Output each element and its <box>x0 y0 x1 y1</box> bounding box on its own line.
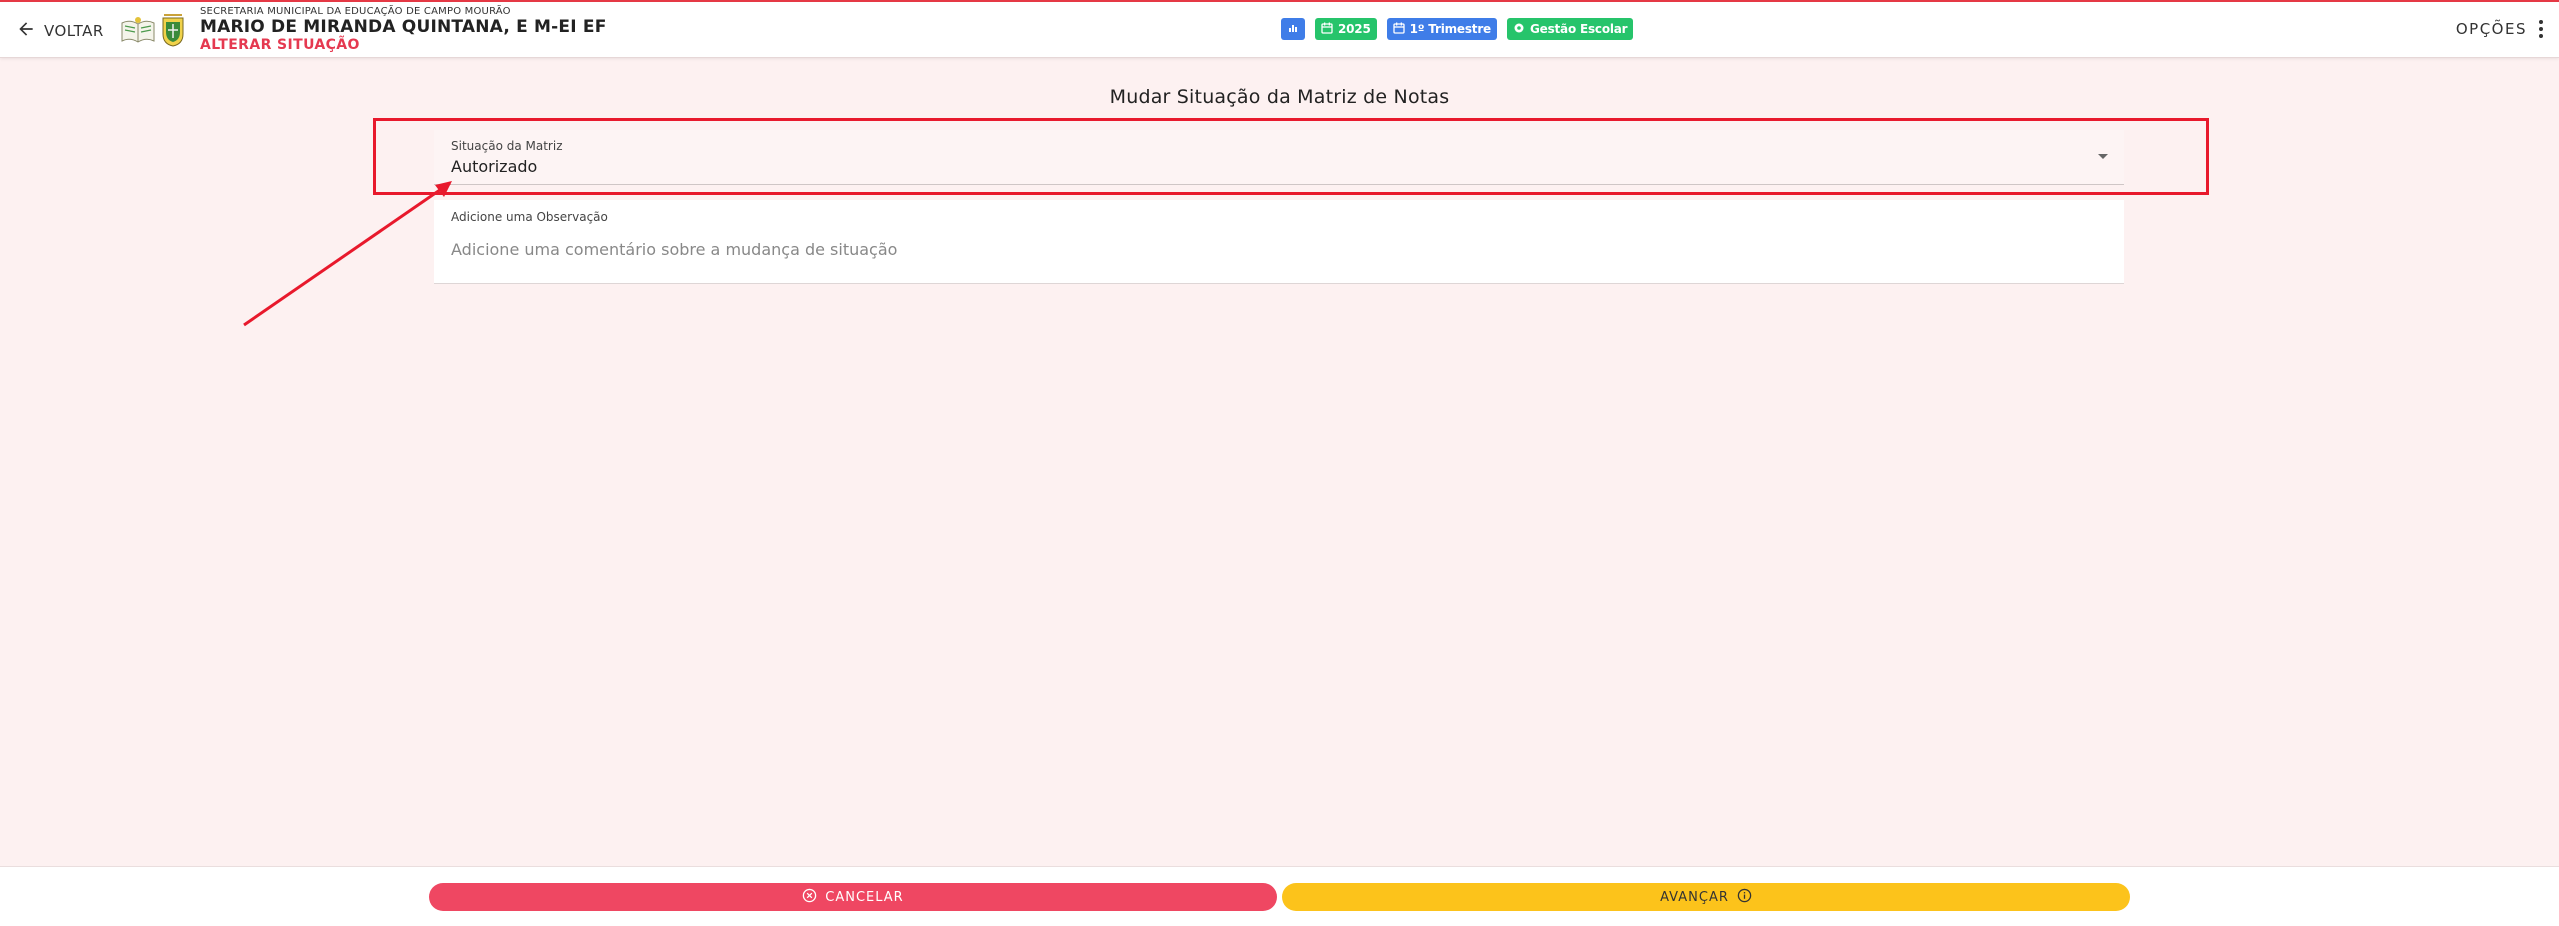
observation-input[interactable] <box>451 236 2101 262</box>
options-label: OPÇÕES <box>2455 20 2527 38</box>
education-logo <box>120 15 156 45</box>
annotation-arrow <box>243 181 452 327</box>
next-button[interactable]: AVANÇAR <box>1282 883 2130 911</box>
header-badges: 2025 1º Trimestre Gestão Escolar <box>1281 18 1634 40</box>
chart-icon <box>1287 22 1299 37</box>
city-seal-logo <box>160 12 186 48</box>
calendar-icon <box>1392 22 1405 37</box>
options-menu-button[interactable]: OPÇÕES <box>2456 20 2547 38</box>
badge-module-label: Gestão Escolar <box>1529 22 1628 36</box>
cancel-circle-icon <box>802 888 817 907</box>
next-button-label: AVANÇAR <box>1660 889 1729 905</box>
cancel-button-label: CANCELAR <box>825 889 904 905</box>
calendar-icon <box>1321 22 1333 37</box>
page: VOLTAR SECRETARIA MUNICIPAL DA EDUCAÇÃO … <box>0 0 2559 926</box>
observation-field: Adicione uma Observação <box>434 200 2124 284</box>
back-button[interactable]: VOLTAR <box>16 18 104 44</box>
badge-term-label: 1º Trimestre <box>1409 22 1492 36</box>
page-title: Mudar Situação da Matriz de Notas <box>1109 86 1450 108</box>
arrow-left-icon <box>16 19 36 43</box>
badge-year-label: 2025 <box>1338 22 1371 36</box>
caret-down-icon <box>2098 154 2108 159</box>
settings-icon <box>1513 22 1525 37</box>
more-vertical-icon <box>2535 20 2547 38</box>
back-button-label: VOLTAR <box>44 22 104 40</box>
cancel-button[interactable]: CANCELAR <box>429 883 1277 911</box>
page-action-title: ALTERAR SITUAÇÃO <box>200 37 360 53</box>
observation-label: Adicione uma Observação <box>451 210 608 224</box>
badge-term[interactable]: 1º Trimestre <box>1386 18 1497 40</box>
school-info: SECRETARIA MUNICIPAL DA EDUCAÇÃO DE CAMP… <box>200 6 607 54</box>
badge-module[interactable]: Gestão Escolar <box>1506 18 1634 40</box>
badge-chart[interactable] <box>1281 18 1305 40</box>
badge-year[interactable]: 2025 <box>1315 18 1377 40</box>
matrix-status-select[interactable]: Situação da Matriz Autorizado <box>434 130 2124 185</box>
school-name: MARIO DE MIRANDA QUINTANA, E M-EI EF <box>200 17 607 37</box>
info-circle-icon <box>1737 888 1752 907</box>
app-header: VOLTAR SECRETARIA MUNICIPAL DA EDUCAÇÃO … <box>0 0 2559 58</box>
action-footer: CANCELAR AVANÇAR <box>0 866 2559 926</box>
matrix-status-value: Autorizado <box>451 157 538 176</box>
logos <box>120 9 186 51</box>
matrix-status-label: Situação da Matriz <box>451 139 563 153</box>
